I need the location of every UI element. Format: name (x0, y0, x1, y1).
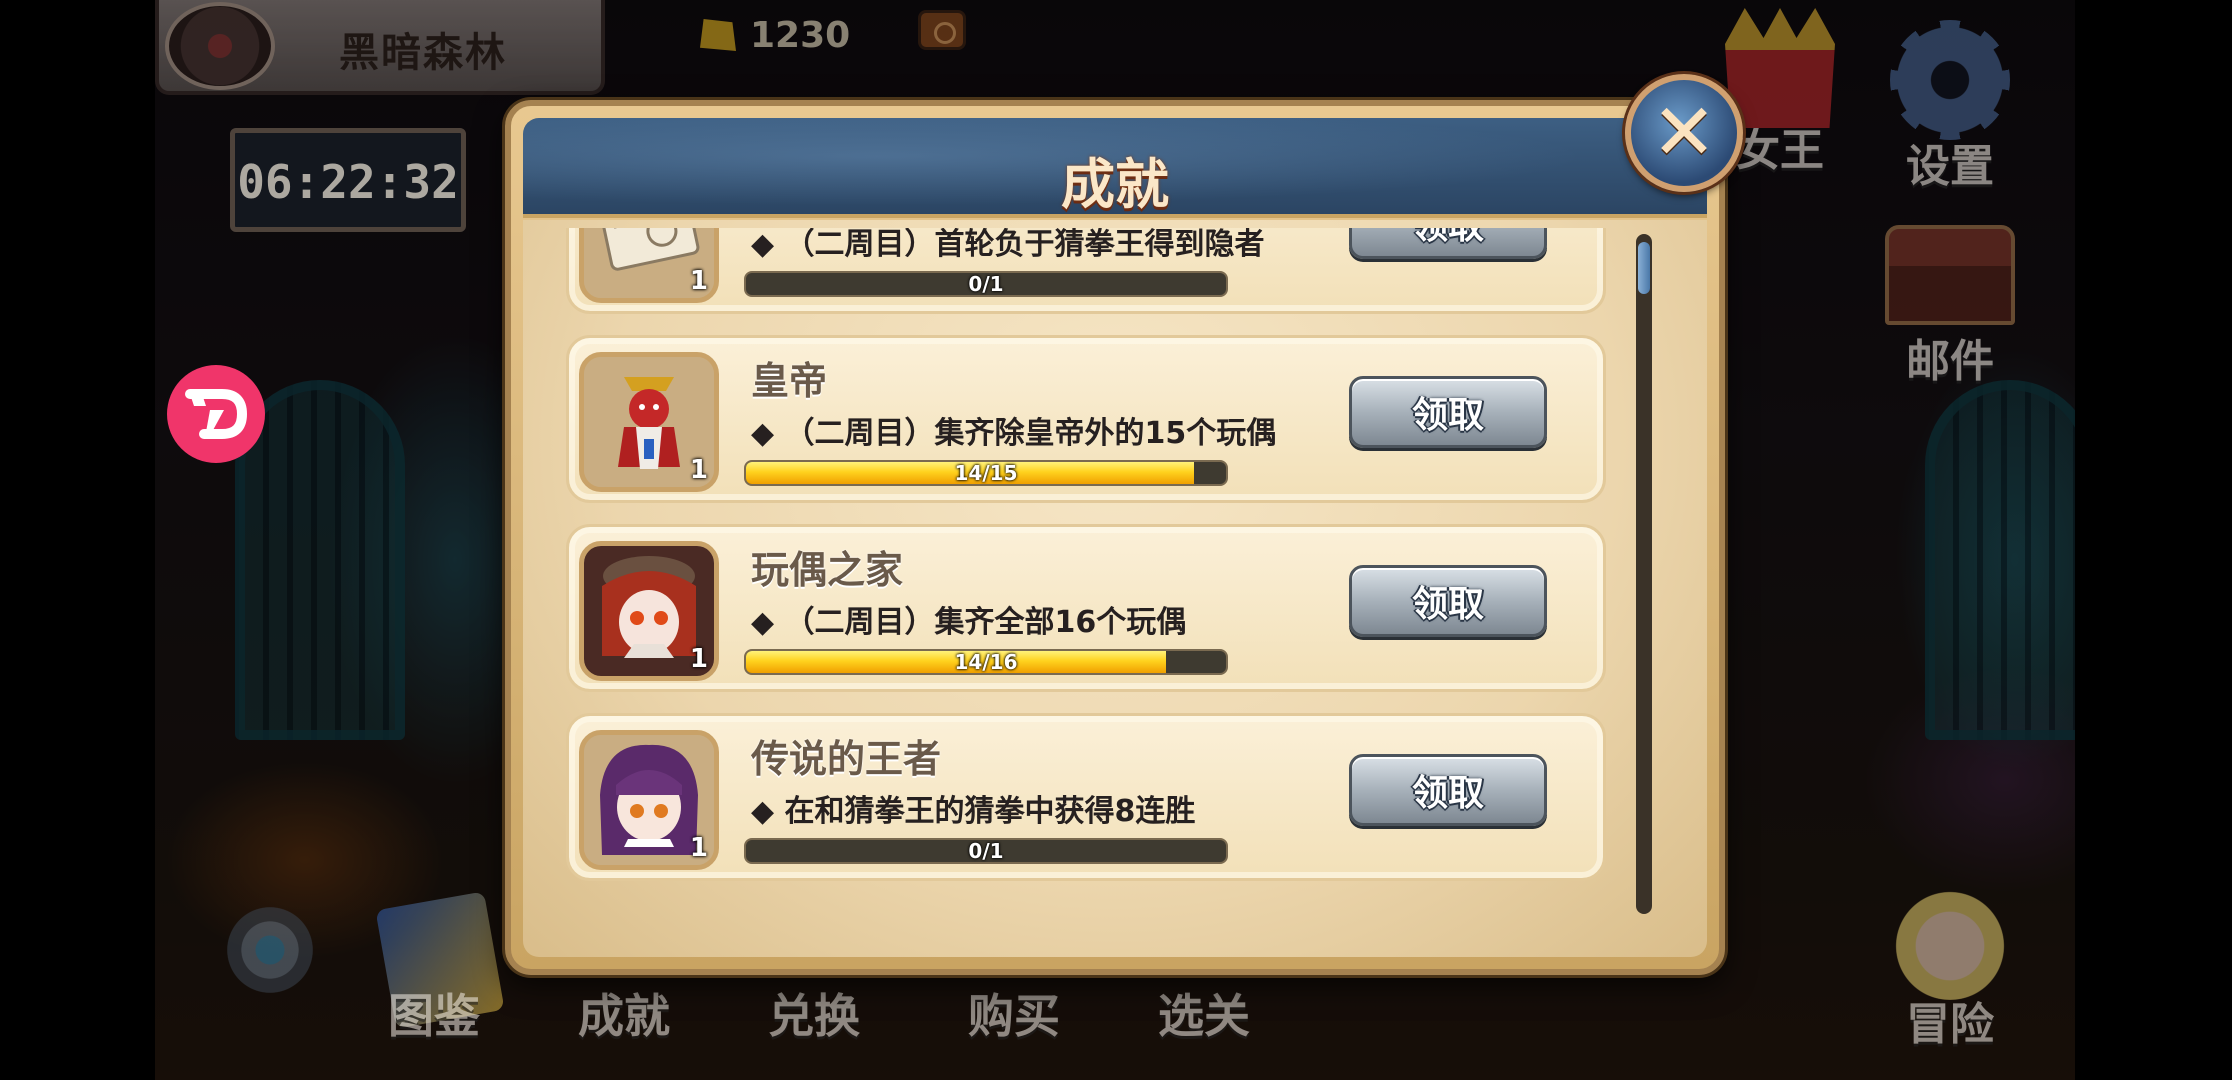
achievement-progress-bar: 0/1 (744, 838, 1228, 864)
close-button[interactable]: ✕ (1625, 74, 1743, 192)
purchase-label: 购买 (968, 989, 1060, 1043)
achievement-progress-bar: 14/15 (744, 460, 1228, 486)
gear-icon (1890, 20, 2010, 140)
achievement-name: 传说的王者 (751, 737, 942, 781)
close-icon: ✕ (1651, 88, 1717, 178)
exchange-button[interactable]: 兑换 (768, 980, 860, 1046)
stage-select-label: 选关 (1158, 989, 1250, 1043)
achievement-thumbnail: 1 (579, 541, 719, 681)
adventure-label: 冒险 (1906, 999, 1994, 1050)
settings-label: 设置 (1906, 141, 1994, 192)
currency-value: 1230 (750, 14, 851, 56)
achievement-thumbnail: 1 (579, 352, 719, 492)
achievement-list[interactable]: 1 隐者 ◆ （二周目）首轮负于猜拳王得到隐者 0/1 领取 1 皇帝 ◆ （二… (566, 228, 1614, 918)
achievements-button[interactable]: 成就 (578, 980, 670, 1046)
adventure-character-icon (1890, 880, 2010, 1000)
scrollbar[interactable] (1636, 234, 1652, 914)
achievement-card: 1 玩偶之家 ◆ （二周目）集齐全部16个玩偶 14/16 领取 (566, 524, 1606, 692)
location-name: 黑暗森林 (339, 30, 507, 76)
achievement-count: 1 (689, 644, 708, 674)
claim-button[interactable]: 领取 (1349, 754, 1547, 826)
dialog-header: 成就 (523, 118, 1707, 218)
adventure-button[interactable]: 冒险 (1870, 880, 2030, 1052)
mail-label: 邮件 (1906, 336, 1994, 387)
dialog-title: 成就 (1061, 153, 1169, 216)
currency-display: 1230 (700, 10, 850, 60)
achievements-label: 成就 (578, 989, 670, 1043)
achievements-dialog: 成就 1 隐者 ◆ （二周目）首轮负于猜拳王得到隐者 0/1 领取 1 皇帝 ◆… (505, 100, 1725, 975)
arched-window-right (1925, 380, 2075, 740)
claim-button[interactable]: 领取 (1349, 376, 1547, 448)
stage-select-button[interactable]: 选关 (1158, 980, 1250, 1046)
achievement-progress-text: 0/1 (968, 272, 1004, 296)
crown-icon (1725, 8, 1835, 128)
achievement-count: 1 (689, 455, 708, 485)
claim-label: 领取 (1411, 584, 1484, 625)
gem-icon (700, 19, 736, 51)
mail-button[interactable]: 邮件 (1870, 225, 2030, 389)
exchange-label: 兑换 (768, 989, 860, 1043)
claim-button[interactable]: 领取 (1349, 565, 1547, 637)
tap-badge-icon[interactable] (167, 365, 265, 463)
codex-button[interactable]: 图鉴 (388, 980, 480, 1046)
achievement-thumbnail: 1 (579, 228, 719, 303)
achievement-card: 1 隐者 ◆ （二周目）首轮负于猜拳王得到隐者 0/1 领取 (566, 228, 1606, 314)
achievement-progress-text: 14/16 (954, 650, 1018, 674)
achievement-progress-bar: 14/16 (744, 649, 1228, 675)
achievement-description: ◆ （二周目）集齐除皇帝外的15个玩偶 (751, 416, 1277, 451)
achievement-progress-text: 0/1 (968, 839, 1004, 863)
tap-logo-icon (185, 389, 248, 439)
achievement-description: ◆ （二周目）首轮负于猜拳王得到隐者 (751, 228, 1265, 262)
mail-chest-icon (1885, 225, 2015, 325)
achievement-thumbnail: 1 (579, 730, 719, 870)
achievement-card: 1 皇帝 ◆ （二周目）集齐除皇帝外的15个玩偶 14/15 领取 (566, 335, 1606, 503)
scrollbar-thumb[interactable] (1638, 242, 1650, 294)
heart-emblem-icon (165, 2, 275, 90)
achievement-description: ◆ （二周目）集齐全部16个玩偶 (751, 605, 1187, 640)
achievement-progress-bar: 0/1 (744, 271, 1228, 297)
achievement-count: 1 (689, 833, 708, 863)
claim-label: 领取 (1411, 395, 1484, 436)
location-sign: 黑暗森林 (155, 0, 605, 95)
achievement-count: 1 (689, 266, 708, 296)
claim-button[interactable]: 领取 (1349, 228, 1547, 259)
achievement-progress-text: 14/15 (954, 461, 1018, 485)
achievement-name: 玩偶之家 (751, 548, 904, 592)
camera-icon[interactable] (918, 10, 966, 50)
achievement-name: 皇帝 (751, 359, 828, 403)
achievement-description: ◆ 在和猜拳王的猜拳中获得8连胜 (751, 794, 1196, 829)
timer-text: 06:22:32 (237, 155, 459, 209)
timer-board: 06:22:32 (230, 128, 466, 232)
claim-label: 领取 (1411, 773, 1484, 814)
claim-label: 领取 (1412, 228, 1484, 249)
settings-button[interactable]: 设置 (1870, 20, 2030, 194)
purchase-button[interactable]: 购买 (968, 980, 1060, 1046)
achievement-card: 1 传说的王者 ◆ 在和猜拳王的猜拳中获得8连胜 0/1 领取 (566, 713, 1606, 881)
codex-label: 图鉴 (388, 989, 480, 1043)
